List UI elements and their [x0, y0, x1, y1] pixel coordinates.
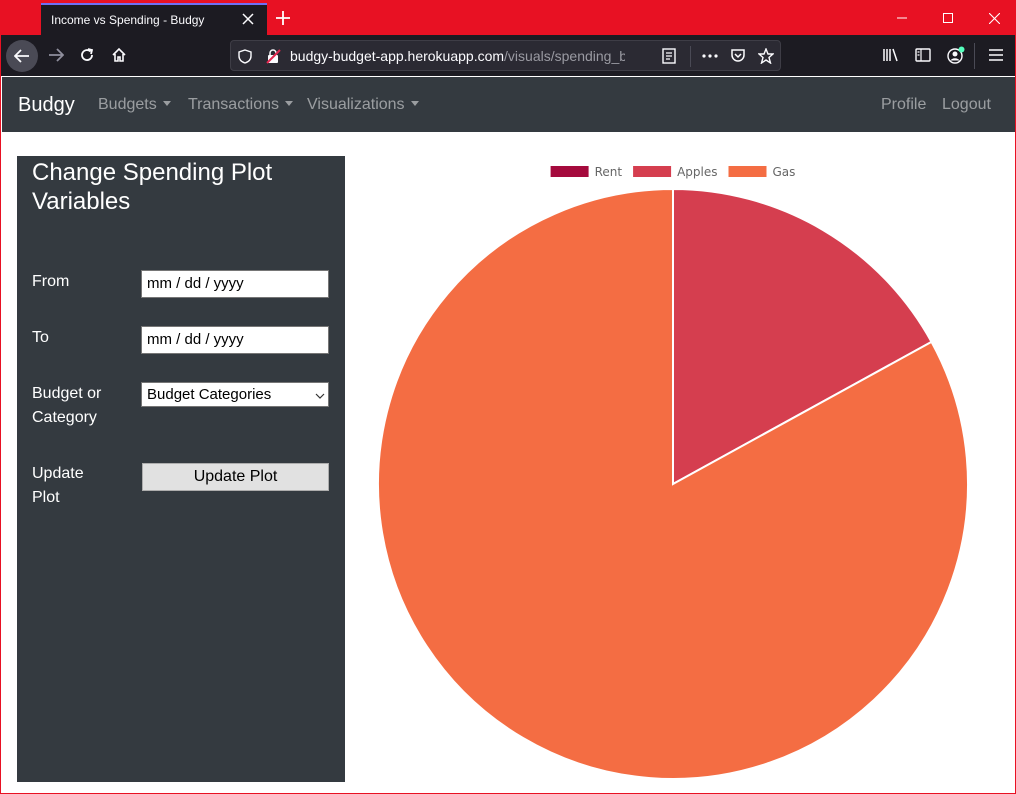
chevron-down-icon: [410, 101, 419, 106]
url-host: budgy-budget-app.herokuapp.com: [290, 48, 505, 64]
new-tab-icon[interactable]: [269, 5, 297, 31]
url-bar[interactable]: budgy-budget-app.herokuapp.com/visuals/s…: [230, 40, 781, 71]
legend-swatch-rent[interactable]: [550, 166, 589, 177]
legend-label-rent[interactable]: Rent: [595, 165, 623, 179]
insecure-lock-icon[interactable]: [263, 46, 283, 66]
site-navbar: Budgy Budgets Transactions Visualization…: [2, 77, 1015, 132]
nav-visualizations-label: Visualizations: [307, 96, 405, 113]
legend-label-gas[interactable]: Gas: [773, 165, 796, 179]
tab-title: Income vs Spending - Budgy: [51, 13, 205, 27]
browser-tab[interactable]: Income vs Spending - Budgy: [41, 3, 267, 35]
nav-budgets-label: Budgets: [98, 96, 157, 113]
bookmark-star-icon[interactable]: [756, 46, 776, 66]
chevron-down-icon: [162, 101, 171, 106]
pocket-icon[interactable]: [728, 46, 748, 66]
hamburger-menu-icon[interactable]: [981, 40, 1011, 70]
reader-view-icon[interactable]: [659, 46, 679, 66]
nav-transactions[interactable]: Transactions: [188, 96, 293, 114]
shield-icon[interactable]: [235, 46, 255, 66]
home-icon[interactable]: [104, 40, 134, 70]
library-icon[interactable]: [876, 40, 906, 70]
tab-strip: Income vs Spending - Budgy: [1, 1, 1015, 35]
legend-swatch-apples[interactable]: [633, 166, 672, 177]
from-date-input[interactable]: mm / dd / yyyy: [141, 270, 329, 298]
nav-visualizations[interactable]: Visualizations: [307, 96, 419, 114]
sidebar-toggle-icon[interactable]: [908, 40, 938, 70]
close-window-icon[interactable]: [971, 1, 1015, 35]
chart-legend: Rent Apples Gas: [550, 165, 796, 179]
browser-toolbar: budgy-budget-app.herokuapp.com/visuals/s…: [1, 35, 1015, 76]
nav-budgets[interactable]: Budgets: [98, 96, 171, 114]
back-arrow-icon[interactable]: [6, 40, 38, 72]
update-plot-button[interactable]: Update Plot: [142, 463, 329, 491]
to-label: To: [32, 329, 49, 346]
budget-category-select[interactable]: Budget Categories: [141, 382, 329, 407]
reload-icon[interactable]: [72, 40, 102, 70]
url-separator: [690, 46, 691, 67]
update-plot-label: Update Plot: [32, 465, 84, 506]
chevron-down-icon: [315, 386, 325, 403]
forward-arrow-icon[interactable]: [41, 40, 71, 70]
nav-transactions-label: Transactions: [188, 96, 279, 113]
chevron-down-icon: [285, 101, 293, 106]
minimize-icon[interactable]: [879, 1, 925, 35]
nav-profile[interactable]: Profile: [881, 96, 926, 114]
url-text: budgy-budget-app.herokuapp.com/visuals/s…: [290, 48, 625, 64]
legend-swatch-gas[interactable]: [728, 166, 767, 177]
select-value: Budget Categories: [147, 386, 272, 403]
plot-variables-panel: Change Spending Plot Variables From mm /…: [17, 156, 345, 782]
account-icon[interactable]: [941, 40, 971, 70]
maximize-icon[interactable]: [925, 1, 971, 35]
url-path: /visuals/spending_b: [504, 48, 625, 64]
brand-logo[interactable]: Budgy: [18, 94, 75, 117]
nav-logout[interactable]: Logout: [942, 96, 991, 114]
pie-slices: [377, 187, 969, 780]
more-actions-icon[interactable]: [700, 46, 720, 66]
spending-pie-chart: Rent Apples Gas: [377, 165, 969, 780]
from-label: From: [32, 273, 70, 290]
budget-category-label: Budget or Category: [32, 385, 102, 426]
close-tab-icon[interactable]: [237, 8, 259, 30]
browser-window: Income vs Spending - Budgy budgy-budget-…: [0, 0, 1016, 794]
panel-title: Change Spending Plot Variables: [32, 159, 273, 215]
to-date-input[interactable]: mm / dd / yyyy: [141, 326, 329, 354]
toolbar-separator: [974, 43, 975, 69]
legend-label-apples[interactable]: Apples: [677, 165, 717, 179]
